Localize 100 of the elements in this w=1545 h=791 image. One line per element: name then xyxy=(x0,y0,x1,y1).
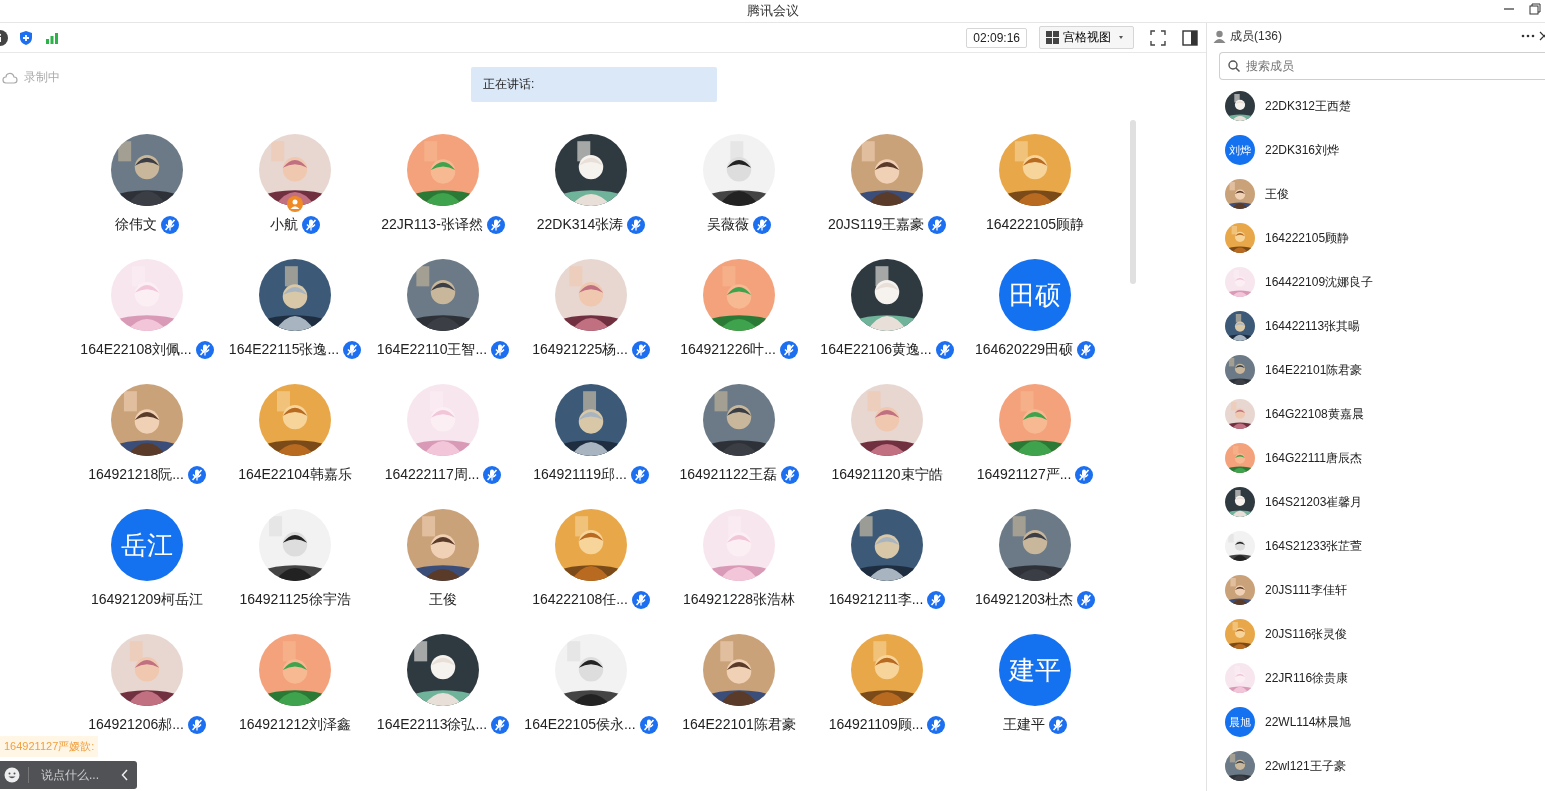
avatar: 晨旭 xyxy=(1225,707,1255,737)
member-name[interactable]: 164E22101陈君豪 xyxy=(1265,361,1363,379)
participant-name: 164921225杨... xyxy=(532,341,628,359)
participant-name: 164921209柯岳江 xyxy=(90,591,204,609)
participant-name: 164921211李... xyxy=(828,591,924,609)
participant-name: 164E22115张逸... xyxy=(228,341,340,359)
participant-name: 164E22104韩嘉乐 xyxy=(238,466,352,484)
avatar: 刘烨 xyxy=(1225,135,1255,165)
participant-name: 164E22105侯永... xyxy=(524,716,636,734)
participant-name: 164921127严... xyxy=(976,466,1072,484)
muted-mic-icon[interactable] xyxy=(1075,466,1094,484)
muted-mic-icon[interactable] xyxy=(780,466,799,484)
chat-message: 164921127严嫒歆: xyxy=(0,736,99,757)
participant-name: 20JS119王嘉豪 xyxy=(827,216,925,234)
muted-mic-icon[interactable] xyxy=(631,341,650,359)
member-name[interactable]: 164422109沈娜良子 xyxy=(1265,273,1374,291)
member-name[interactable]: 164S21203崔馨月 xyxy=(1265,493,1363,511)
avatar: 建平 xyxy=(999,634,1071,706)
avatar: 田硕 xyxy=(999,259,1071,331)
participant-name: 164E22106黄逸... xyxy=(820,341,932,359)
participant-name: 吴薇薇 xyxy=(707,216,749,234)
muted-mic-icon[interactable] xyxy=(1077,591,1096,609)
muted-mic-icon[interactable] xyxy=(639,716,658,734)
members-title: 成员(136) xyxy=(1230,27,1283,45)
member-name[interactable]: 164S21233张芷萱 xyxy=(1265,537,1363,555)
member-name[interactable]: 22WL114林晨旭 xyxy=(1265,713,1352,731)
muted-mic-icon[interactable] xyxy=(486,216,505,234)
participant-name: 164921226叶... xyxy=(680,341,776,359)
member-name[interactable]: 164222105顾静 xyxy=(1265,229,1350,247)
muted-mic-icon[interactable] xyxy=(627,216,646,234)
muted-mic-icon[interactable] xyxy=(927,591,946,609)
member-name[interactable]: 22wl121王子豪 xyxy=(1265,757,1346,775)
muted-mic-icon[interactable] xyxy=(927,716,946,734)
participant-name: 164921120束宁皓 xyxy=(831,466,943,484)
participant-name: 164222117周... xyxy=(384,466,480,484)
participant-name: 王俊 xyxy=(429,591,457,609)
avatar: 岳江 xyxy=(111,509,183,581)
shield-icon[interactable] xyxy=(18,29,34,46)
chat-input[interactable]: 说点什么... xyxy=(28,767,113,783)
member-name[interactable]: 164G22111唐辰杰 xyxy=(1265,449,1362,467)
participant-name: 164921203杜杰 xyxy=(974,591,1074,609)
meeting-timer: 02:09:16 xyxy=(966,27,1027,48)
participant-name: 164222108任... xyxy=(532,591,628,609)
participant-name: 164921228张浩林 xyxy=(682,591,796,609)
close-icon[interactable] xyxy=(1539,31,1545,41)
fullscreen-icon[interactable] xyxy=(1150,29,1166,46)
recording-label: 录制中 xyxy=(24,69,60,86)
muted-mic-icon[interactable] xyxy=(343,341,362,359)
muted-mic-icon[interactable] xyxy=(928,216,947,234)
person-icon xyxy=(1213,29,1226,43)
member-name[interactable]: 164422113张其暘 xyxy=(1265,317,1361,335)
participant-name: 小航 xyxy=(270,216,298,234)
member-name[interactable]: 22DK316刘烨 xyxy=(1265,141,1340,159)
more-icon[interactable] xyxy=(1521,34,1535,38)
muted-mic-icon[interactable] xyxy=(302,216,320,234)
chat-input-field[interactable]: 说点什么... xyxy=(0,761,137,789)
participant-name: 164E22101陈君豪 xyxy=(682,716,796,734)
speaking-indicator: 正在讲话: xyxy=(471,67,717,102)
search-icon xyxy=(1228,60,1240,72)
participant-name: 164E22108刘佩... xyxy=(80,341,192,359)
view-button[interactable]: 宫格视图 xyxy=(1039,26,1134,49)
muted-mic-icon[interactable] xyxy=(161,216,179,234)
side-panel-icon[interactable] xyxy=(1182,29,1198,46)
participant-name: 164921212刘泽鑫 xyxy=(238,716,352,734)
emoji-icon[interactable] xyxy=(4,767,20,783)
muted-mic-icon[interactable] xyxy=(195,341,214,359)
muted-mic-icon[interactable] xyxy=(631,591,650,609)
member-name[interactable]: 20JS111李佳轩 xyxy=(1265,581,1347,599)
participant-name: 王建平 xyxy=(1003,716,1045,734)
cloud-icon xyxy=(2,71,18,84)
participant-name: 164E22110王智... xyxy=(376,341,488,359)
member-name[interactable]: 22DK312王西楚 xyxy=(1265,97,1352,115)
participant-name: 22JR113-张译然 xyxy=(381,216,483,234)
restore-icon[interactable] xyxy=(1529,3,1541,15)
scrollbar[interactable] xyxy=(1130,120,1136,284)
muted-mic-icon[interactable] xyxy=(935,341,954,359)
participant-name: 164620229田硕 xyxy=(974,341,1074,359)
muted-mic-icon[interactable] xyxy=(753,216,771,234)
muted-mic-icon[interactable] xyxy=(1049,716,1067,734)
muted-mic-icon[interactable] xyxy=(779,341,798,359)
participant-name: 164E22113徐弘... xyxy=(376,716,488,734)
participant-name: 164921122王磊 xyxy=(679,466,777,484)
muted-mic-icon[interactable] xyxy=(630,466,649,484)
member-name[interactable]: 22JR116徐贵康 xyxy=(1265,669,1349,687)
muted-mic-icon[interactable] xyxy=(187,466,206,484)
member-name[interactable]: 王俊 xyxy=(1265,185,1289,203)
member-name[interactable]: 20JS116张灵俊 xyxy=(1265,625,1348,643)
collapse-icon[interactable] xyxy=(121,769,129,781)
muted-mic-icon[interactable] xyxy=(187,716,206,734)
participant-name: 22DK314张涛 xyxy=(536,216,624,234)
participant-name: 164921206郝... xyxy=(88,716,184,734)
participant-name: 164921109顾... xyxy=(828,716,924,734)
muted-mic-icon[interactable] xyxy=(483,466,502,484)
muted-mic-icon[interactable] xyxy=(491,341,510,359)
grid-icon xyxy=(1046,31,1059,44)
muted-mic-icon[interactable] xyxy=(491,716,510,734)
muted-mic-icon[interactable] xyxy=(1077,341,1096,359)
member-name[interactable]: 164G22108黄嘉晨 xyxy=(1265,405,1364,423)
participant-name: 164921125徐宇浩 xyxy=(239,591,351,609)
search-field[interactable]: 搜索成员 xyxy=(1219,52,1545,80)
